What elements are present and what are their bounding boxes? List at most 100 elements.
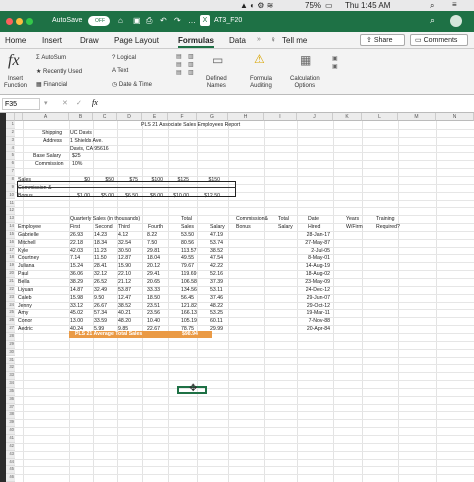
quarter-sales-value[interactable]: 18.04 — [147, 255, 160, 261]
quarter-sales-value[interactable]: 33.12 — [70, 303, 83, 309]
column-header-b[interactable]: B — [69, 113, 93, 121]
shipping-label[interactable]: Shipping — [42, 130, 62, 136]
quarter-sales-value[interactable]: 9.50 — [94, 295, 104, 301]
quarter-sales-value[interactable]: 38.29 — [70, 279, 83, 285]
defined-names-icon[interactable]: ▭ — [212, 53, 223, 67]
row-header-14[interactable]: 14 — [6, 223, 15, 231]
total-sales-value[interactable]: 166.13 — [181, 310, 197, 316]
total-sales-value[interactable]: 49.55 — [181, 255, 194, 261]
search-sheet-icon[interactable]: ⌕ — [430, 15, 435, 26]
average-label[interactable]: PLS 21 Average Total Sales — [75, 331, 142, 337]
salary-value[interactable]: 53.25 — [210, 310, 223, 316]
row-header-20[interactable]: 20 — [6, 270, 15, 278]
calculator-icon[interactable]: ▦ — [300, 53, 311, 67]
enter-icon[interactable]: ✓ — [76, 99, 82, 107]
logical-button[interactable]: ? Logical — [112, 55, 136, 61]
row-header-24[interactable]: 24 — [6, 301, 15, 310]
tab-page-layout[interactable]: Page Layout — [114, 36, 159, 45]
menu-list-icon[interactable]: ≡ — [452, 0, 457, 9]
quarter-sales-value[interactable]: 20.12 — [147, 263, 160, 269]
salary-value[interactable]: 47.19 — [210, 232, 223, 238]
row-header-25[interactable]: 25 — [6, 309, 15, 318]
total-sales-value[interactable]: 105.19 — [181, 318, 197, 324]
date-header[interactable]: Date — [308, 216, 319, 222]
row-header-4[interactable]: 4 — [6, 144, 15, 153]
row-header-12[interactable]: 12 — [6, 207, 15, 216]
quarter-sales-value[interactable]: 11.23 — [94, 248, 107, 254]
close-window-button[interactable] — [6, 18, 13, 25]
row-header-19[interactable]: 19 — [6, 262, 15, 271]
quarter-sales-value[interactable]: 30.50 — [118, 248, 131, 254]
quarter-sales-value[interactable]: 32.54 — [118, 240, 131, 246]
address-value[interactable]: 1 Shields Ave. — [70, 138, 103, 144]
calculate-now-icons[interactable]: ▣ ▣ — [332, 55, 338, 71]
total-sales-value[interactable]: 79.67 — [181, 263, 194, 269]
quarterly-sales-header[interactable]: Quarterly Sales (in thousands) — [70, 216, 140, 222]
average-value[interactable]: $98.94 — [182, 331, 198, 337]
quarter-sales-value[interactable]: 33.33 — [147, 287, 160, 293]
insert-function-icon[interactable]: fx — [8, 52, 20, 70]
quarter-sales-value[interactable]: 26.52 — [94, 279, 107, 285]
calculation-options-button[interactable]: Calculation Options — [290, 76, 320, 90]
salary-value[interactable]: 60.11 — [210, 318, 223, 324]
employee-name[interactable]: Caleb — [18, 295, 32, 301]
row-header-26[interactable]: 26 — [6, 317, 15, 326]
employee-name[interactable]: Gabrielle — [18, 232, 39, 238]
quarter-sales-value[interactable]: 33.59 — [94, 318, 107, 324]
quarter-sales-value[interactable]: 15.98 — [70, 295, 83, 301]
date-hired-value[interactable]: 19-Mar-11 — [296, 310, 330, 316]
tab-draw[interactable]: Draw — [80, 36, 99, 45]
row-header-17[interactable]: 17 — [6, 246, 15, 255]
total-sales-value[interactable]: 53.50 — [181, 232, 194, 238]
column-header-l[interactable]: L — [362, 113, 398, 121]
column-header-a[interactable]: A — [23, 113, 69, 121]
salary-value[interactable]: 48.22 — [210, 303, 223, 309]
total-sales-value[interactable]: 119.69 — [181, 271, 196, 277]
wfirm-header[interactable]: W/Firm — [346, 224, 363, 230]
date-hired-value[interactable]: 7-Nov-88 — [296, 318, 330, 324]
more-icon[interactable]: … — [188, 16, 196, 25]
column-header-f[interactable]: F — [168, 113, 197, 121]
quarter-sales-value[interactable]: 20.65 — [147, 279, 160, 285]
column-header-n[interactable]: N — [436, 113, 474, 121]
total-sales-value[interactable]: 134.56 — [181, 287, 197, 293]
date-hired-value[interactable]: 23-May-09 — [296, 279, 330, 285]
zoom-window-button[interactable] — [26, 18, 33, 25]
row-header-45[interactable]: 45 — [6, 466, 15, 475]
quarter-sales-value[interactable]: 23.51 — [147, 303, 160, 309]
quarter-sales-value[interactable]: 12.47 — [118, 295, 131, 301]
total-sales-value[interactable]: 106.58 — [181, 279, 197, 285]
third-header[interactable]: Third — [118, 224, 130, 230]
quarter-sales-value[interactable]: 7.50 — [147, 240, 157, 246]
employee-name[interactable]: Juliana — [18, 263, 34, 269]
quarter-sales-value[interactable]: 26.93 — [70, 232, 83, 238]
row-header-36[interactable]: 36 — [6, 395, 15, 404]
quarter-sales-value[interactable]: 45.02 — [70, 310, 83, 316]
quarter-sales-value[interactable]: 32.49 — [94, 287, 107, 293]
total-sales-value[interactable]: 56.45 — [181, 295, 194, 301]
column-header-e[interactable]: E — [142, 113, 168, 121]
worksheet-grid[interactable]: A B C D E F G H I J K L M N 1 2 3 4 5 6 7 8 9 10 11 12 13 14 15 16 17 1… — [6, 113, 474, 482]
row-header-7[interactable]: 7 — [6, 168, 15, 176]
quarter-sales-value[interactable]: 4.12 — [118, 232, 128, 238]
salary2-header[interactable]: Salary — [278, 224, 293, 230]
date-hired-value[interactable]: 18-Aug-02 — [296, 271, 330, 277]
employee-name[interactable]: Aedric — [18, 326, 33, 332]
column-header-m[interactable]: M — [398, 113, 436, 121]
total-sales-value[interactable]: 121.82 — [181, 303, 197, 309]
required-header[interactable]: Required? — [376, 224, 400, 230]
recently-used-button[interactable]: ★ Recently Used — [36, 68, 82, 75]
row-header-23[interactable]: 23 — [6, 293, 15, 302]
date-hired-value[interactable]: 8-May-01 — [296, 255, 330, 261]
formula-auditing-icon[interactable]: ⚠ — [254, 52, 265, 66]
financial-button[interactable]: ▦ Financial — [36, 81, 67, 88]
employee-header[interactable]: Employee — [18, 224, 41, 230]
row-header-37[interactable]: 37 — [6, 403, 15, 412]
quarter-sales-value[interactable]: 23.56 — [147, 310, 160, 316]
undo-icon[interactable]: ↶ — [160, 16, 167, 25]
training-header[interactable]: Training — [376, 216, 395, 222]
row-header-44[interactable]: 44 — [6, 458, 15, 467]
salary-value[interactable]: 53.74 — [210, 240, 223, 246]
insert-function-button[interactable]: Insert Function — [4, 76, 27, 90]
row-header-6[interactable]: 6 — [6, 160, 15, 169]
